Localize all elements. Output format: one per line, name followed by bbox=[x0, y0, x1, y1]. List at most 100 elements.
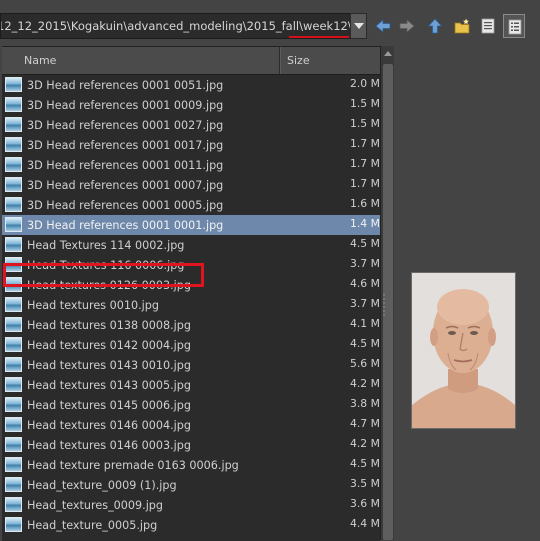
file-name: 3D Head references 0001 0011.jpg bbox=[27, 159, 224, 172]
file-name: Head textures 0146 0003.jpg bbox=[27, 439, 191, 452]
file-name: Head textures 0142 0004.jpg bbox=[27, 339, 191, 352]
file-size: 1.4 MB bbox=[350, 217, 380, 230]
file-row[interactable]: Head textures 0146 0003.jpg 4.2 MB bbox=[2, 435, 380, 455]
image-file-icon bbox=[5, 77, 22, 92]
image-file-icon bbox=[5, 217, 22, 232]
image-file-icon bbox=[5, 417, 22, 432]
file-size: 3.7 MB bbox=[350, 297, 380, 310]
file-row[interactable]: Head texture premade 0163 0006.jpg 4.5 MB bbox=[2, 455, 380, 475]
list-view-button[interactable] bbox=[477, 14, 499, 38]
file-row-selected[interactable]: 3D Head references 0001 0001.jpg 1.4 MB bbox=[2, 215, 380, 235]
file-row[interactable]: 3D Head references 0001 0009.jpg 1.5 MB bbox=[2, 95, 380, 115]
back-arrow-icon bbox=[375, 19, 391, 33]
image-file-icon bbox=[5, 357, 22, 372]
file-name: Head textures 0010.jpg bbox=[27, 299, 159, 312]
file-size: 4.4 MB bbox=[350, 517, 380, 530]
file-name: Head_texture_0005.jpg bbox=[27, 519, 158, 532]
file-name: Head textures 0145 0006.jpg bbox=[27, 399, 191, 412]
file-name: Head texture premade 0163 0006.jpg bbox=[27, 459, 239, 472]
file-name: Head textures 0143 0005.jpg bbox=[27, 379, 191, 392]
file-row[interactable]: Head textures 0010.jpg 3.7 MB bbox=[2, 295, 380, 315]
file-row[interactable]: 3D Head references 0001 0027.jpg 1.5 MB bbox=[2, 115, 380, 135]
file-name: Head_texture_0009 (1).jpg bbox=[27, 479, 177, 492]
file-name: 3D Head references 0001 0051.jpg bbox=[27, 79, 224, 92]
file-row[interactable]: Head textures 0145 0006.jpg 3.8 MB bbox=[2, 395, 380, 415]
image-file-icon bbox=[5, 397, 22, 412]
file-name: 3D Head references 0001 0017.jpg bbox=[27, 139, 224, 152]
image-file-icon bbox=[5, 457, 22, 472]
file-row[interactable]: Head textures 0146 0004.jpg 4.7 MB bbox=[2, 415, 380, 435]
file-row[interactable]: Head textures 0143 0010.jpg 5.6 MB bbox=[2, 355, 380, 375]
image-file-icon bbox=[5, 177, 22, 192]
new-folder-icon bbox=[454, 18, 470, 34]
file-row[interactable]: Head_texture_0009 (1).jpg 3.5 MB bbox=[2, 475, 380, 495]
file-size: 5.6 MB bbox=[350, 357, 380, 370]
file-row[interactable]: Head textures 0142 0004.jpg 4.5 MB bbox=[2, 335, 380, 355]
file-size: 4.2 MB bbox=[350, 377, 380, 390]
detail-view-icon bbox=[508, 19, 522, 35]
file-size: 1.7 MB bbox=[350, 157, 380, 170]
file-size: 1.5 MB bbox=[350, 97, 380, 110]
image-file-icon bbox=[5, 97, 22, 112]
red-underline-annotation bbox=[289, 36, 349, 38]
red-box-annotation bbox=[3, 263, 204, 287]
file-row[interactable]: 3D Head references 0001 0017.jpg 1.7 MB bbox=[2, 135, 380, 155]
back-button[interactable] bbox=[372, 14, 394, 38]
file-row[interactable]: 3D Head references 0001 0007.jpg 1.7 MB bbox=[2, 175, 380, 195]
name-column-header[interactable]: Name bbox=[2, 47, 280, 74]
scroll-up-button[interactable] bbox=[381, 46, 395, 60]
file-rows: 3D Head references 0001 0051.jpg2.0 MB3D… bbox=[2, 75, 380, 535]
file-size: 1.5 MB bbox=[350, 117, 380, 130]
file-size: 1.7 MB bbox=[350, 137, 380, 150]
new-folder-button[interactable] bbox=[451, 14, 473, 38]
file-list-panel: Name Size 3D Head references 0001 0051.j… bbox=[2, 46, 380, 541]
image-file-icon bbox=[5, 317, 22, 332]
file-row[interactable]: Head_textures_0009.jpg 3.6 MB bbox=[2, 495, 380, 515]
path-text: 12_12_2015\Kogakuin\advanced_modeling\20… bbox=[0, 19, 351, 33]
portrait-thumbnail bbox=[412, 273, 515, 428]
file-size: 3.7 MB bbox=[350, 257, 380, 270]
image-file-icon bbox=[5, 497, 22, 512]
path-toolbar: 12_12_2015\Kogakuin\advanced_modeling\20… bbox=[0, 0, 540, 46]
image-file-icon bbox=[5, 477, 22, 492]
size-column-header[interactable]: Size bbox=[280, 47, 380, 74]
file-size: 4.5 MB bbox=[350, 457, 380, 470]
path-dropdown-button[interactable] bbox=[350, 13, 367, 39]
file-size: 4.6 MB bbox=[350, 277, 380, 290]
file-row[interactable]: 3D Head references 0001 0005.jpg 1.6 MB bbox=[2, 195, 380, 215]
image-file-icon bbox=[5, 437, 22, 452]
file-size: 1.6 MB bbox=[350, 197, 380, 210]
file-name: 3D Head references 0001 0027.jpg bbox=[27, 119, 224, 132]
list-view-icon bbox=[481, 18, 495, 34]
image-file-icon bbox=[5, 377, 22, 392]
file-size: 4.5 MB bbox=[350, 237, 380, 250]
file-row[interactable]: Head Textures 114 0002.jpg 4.5 MB bbox=[2, 235, 380, 255]
file-name: 3D Head references 0001 0009.jpg bbox=[27, 99, 224, 112]
file-row[interactable]: Head textures 0138 0008.jpg 4.1 MB bbox=[2, 315, 380, 335]
chevron-up-icon bbox=[384, 51, 392, 56]
file-row[interactable]: 3D Head references 0001 0051.jpg 2.0 MB bbox=[2, 75, 380, 95]
file-row[interactable]: 3D Head references 0001 0011.jpg 1.7 MB bbox=[2, 155, 380, 175]
image-file-icon bbox=[5, 197, 22, 212]
file-row[interactable]: Head_texture_0005.jpg 4.4 MB bbox=[2, 515, 380, 535]
file-row[interactable]: Head textures 0143 0005.jpg 4.2 MB bbox=[2, 375, 380, 395]
file-name: Head textures 0138 0008.jpg bbox=[27, 319, 191, 332]
forward-button[interactable] bbox=[396, 14, 418, 38]
image-file-icon bbox=[5, 337, 22, 352]
image-file-icon bbox=[5, 157, 22, 172]
up-folder-button[interactable] bbox=[424, 14, 446, 38]
image-file-icon bbox=[5, 297, 22, 312]
file-name: 3D Head references 0001 0001.jpg bbox=[27, 219, 224, 232]
image-file-icon bbox=[5, 237, 22, 252]
file-size: 4.5 MB bbox=[350, 337, 380, 350]
file-name: Head textures 0143 0010.jpg bbox=[27, 359, 191, 372]
chevron-down-icon bbox=[354, 23, 364, 29]
path-field[interactable]: 12_12_2015\Kogakuin\advanced_modeling\20… bbox=[0, 13, 352, 39]
file-name: 3D Head references 0001 0005.jpg bbox=[27, 199, 224, 212]
preview-pane bbox=[383, 46, 540, 540]
vertical-scrollbar[interactable] bbox=[380, 46, 395, 540]
detail-view-button[interactable] bbox=[503, 14, 525, 38]
file-size: 3.5 MB bbox=[350, 477, 380, 490]
pane-splitter-handle[interactable] bbox=[382, 294, 386, 320]
file-size: 4.2 MB bbox=[350, 437, 380, 450]
